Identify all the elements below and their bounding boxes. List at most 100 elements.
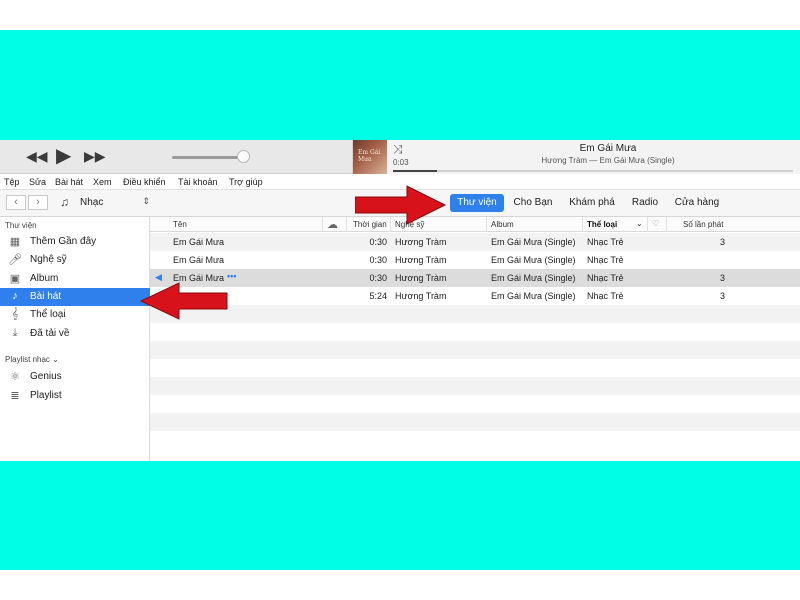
cell-album: Em Gái Mưa (Single) bbox=[491, 237, 576, 247]
rewind-button[interactable]: ◀◀ bbox=[26, 148, 48, 164]
music-note-icon: ♪ bbox=[12, 290, 18, 302]
menu-account[interactable]: Tài khoản bbox=[178, 177, 218, 187]
now-playing-title: Em Gái Mưa bbox=[579, 143, 637, 154]
tab-for-you[interactable]: Cho Bạn bbox=[508, 194, 558, 212]
menu-file[interactable]: Tệp bbox=[4, 177, 20, 187]
tab-store[interactable]: Cửa hàng bbox=[668, 194, 726, 212]
cyan-band-bottom bbox=[0, 461, 800, 570]
table-row[interactable]: Em Gái Mưa 0:30 Hương Tràm Em Gái Mưa (Sing… bbox=[150, 251, 800, 269]
forward-button[interactable]: › bbox=[28, 195, 48, 210]
genre-icon: 𝄞 bbox=[11, 308, 19, 320]
sidebar-item-playlist[interactable]: ≣ Playlist bbox=[0, 387, 150, 405]
sidebar: Thư viện ▦ Thêm Gần đây 🎤︎ Nghệ sỹ ▣ Alb… bbox=[0, 217, 150, 461]
volume-knob[interactable] bbox=[237, 150, 250, 163]
cell-album: Em Gái Mưa (Single) bbox=[491, 291, 576, 301]
player-bar: ◀◀ ▶ ▶▶ Em Gái Mưa ⤨ 0:03 Em Gái Mưa Hươ… bbox=[0, 140, 800, 174]
sidebar-item-albums[interactable]: ▣ Album bbox=[0, 270, 150, 288]
sidebar-item-genres[interactable]: 𝄞 Thể loại bbox=[0, 306, 150, 324]
empty-row bbox=[150, 377, 800, 395]
media-kind-label: Nhạc bbox=[80, 197, 104, 208]
cell-plays: 3 bbox=[719, 291, 725, 301]
table-row[interactable]: ◀ Em Gái Mưa 0:30 Hương Tràm Em Gái Mưa (Sin… bbox=[150, 269, 800, 287]
sidebar-item-label: Nghệ sỹ bbox=[30, 254, 67, 265]
column-header-album[interactable]: Album bbox=[491, 220, 514, 229]
cell-genre: Nhạc Trẻ bbox=[587, 255, 624, 265]
download-icon: ⤓ bbox=[12, 327, 18, 339]
playback-progress-fill bbox=[393, 170, 437, 172]
column-header-plays[interactable]: Số lần phát bbox=[683, 220, 723, 229]
tab-library[interactable]: Thư viện bbox=[450, 194, 504, 212]
sort-chevron-icon[interactable]: ⌄ bbox=[636, 219, 643, 228]
empty-row bbox=[150, 413, 800, 431]
menu-edit[interactable]: Sửa bbox=[29, 177, 46, 187]
album-artwork: Em Gái Mưa bbox=[353, 140, 387, 174]
table-header: Tên ☁ Thời gian Nghệ sỹ Album Thể loại ⌄… bbox=[150, 217, 800, 232]
cyan-band-top bbox=[0, 30, 800, 140]
tab-radio[interactable]: Radio bbox=[626, 194, 664, 212]
empty-row bbox=[150, 305, 800, 323]
play-button[interactable]: ▶ bbox=[56, 145, 71, 167]
genius-icon: ⚛ bbox=[10, 371, 20, 383]
sidebar-item-label: Bài hát bbox=[30, 291, 62, 302]
menu-controls[interactable]: Điều khiển bbox=[123, 177, 166, 187]
menu-help[interactable]: Trợ giúp bbox=[229, 177, 263, 187]
songs-table: Tên ☁ Thời gian Nghệ sỹ Album Thể loại ⌄… bbox=[150, 217, 800, 461]
cell-album: Em Gái Mưa (Single) bbox=[491, 273, 576, 283]
cell-album: Em Gái Mưa (Single) bbox=[491, 255, 576, 265]
cell-plays: 3 bbox=[719, 237, 725, 247]
music-note-icon: ♫ bbox=[60, 195, 69, 209]
table-row[interactable]: Em Gái Mưa5:24Hương TràmEm Gái Mưa (Sing… bbox=[150, 287, 800, 305]
cell-genre: Nhạc Trẻ bbox=[587, 237, 624, 247]
sidebar-item-downloaded[interactable]: ⤓ Đã tải về bbox=[0, 325, 150, 343]
back-button[interactable]: ‹ bbox=[6, 195, 26, 210]
playlist-icon: ≣ bbox=[10, 390, 20, 402]
empty-row bbox=[150, 359, 800, 377]
arrow-shape bbox=[139, 282, 228, 320]
cell-time: 0:30 bbox=[369, 237, 387, 247]
sidebar-item-label: Thêm Gần đây bbox=[30, 236, 97, 247]
column-header-name[interactable]: Tên bbox=[173, 220, 187, 229]
fast-forward-button[interactable]: ▶▶ bbox=[84, 148, 106, 164]
media-kind-selector[interactable]: ♫ Nhạc ⇕ bbox=[56, 195, 152, 211]
sidebar-item-genius[interactable]: ⚛ Genius bbox=[0, 368, 150, 386]
cell-artist: Hương Tràm bbox=[395, 273, 447, 283]
sidebar-item-artists[interactable]: 🎤︎ Nghệ sỹ bbox=[0, 251, 150, 269]
volume-slider[interactable] bbox=[172, 156, 246, 159]
now-playing-subtitle: Hương Tràm — Em Gái Mưa (Single) bbox=[541, 156, 675, 165]
microphone-icon: 🎤︎ bbox=[8, 254, 22, 266]
cell-artist: Hương Tràm bbox=[395, 237, 447, 247]
sidebar-item-songs[interactable]: ♪ Bài hát bbox=[0, 288, 150, 306]
sidebar-item-label: Genius bbox=[30, 371, 62, 382]
sidebar-library-header: Thư viện bbox=[5, 221, 37, 230]
empty-row bbox=[150, 323, 800, 341]
cell-genre: Nhạc Trẻ bbox=[587, 291, 624, 301]
screenshot-canvas: ◀◀ ▶ ▶▶ Em Gái Mưa ⤨ 0:03 Em Gái Mưa Hươ… bbox=[0, 0, 800, 600]
more-options-icon[interactable]: ••• bbox=[227, 271, 236, 281]
sidebar-playlists-header[interactable]: Playlist nhạc ⌄ bbox=[5, 355, 59, 364]
elapsed-time: 0:03 bbox=[393, 158, 409, 167]
heart-icon[interactable]: ♡ bbox=[652, 219, 659, 228]
empty-row bbox=[150, 431, 800, 449]
sidebar-item-label: Playlist bbox=[30, 390, 62, 401]
cloud-icon[interactable]: ☁ bbox=[327, 218, 338, 231]
cell-genre: Nhạc Trẻ bbox=[587, 273, 624, 283]
cell-time: 0:30 bbox=[369, 273, 387, 283]
tab-browse[interactable]: Khám phá bbox=[563, 194, 621, 212]
shuffle-icon[interactable]: ⤨ bbox=[393, 142, 403, 157]
cell-artist: Hương Tràm bbox=[395, 291, 447, 301]
menu-view[interactable]: Xem bbox=[93, 177, 112, 187]
menu-song[interactable]: Bài hát bbox=[55, 177, 83, 187]
album-icon: ▣ bbox=[9, 273, 21, 285]
column-header-genre[interactable]: Thể loại bbox=[587, 220, 617, 229]
annotation-arrow-sidebar bbox=[139, 282, 228, 320]
cell-name: Em Gái Mưa bbox=[173, 255, 225, 265]
sidebar-item-label: Album bbox=[30, 273, 59, 284]
playback-progress[interactable] bbox=[393, 170, 793, 172]
sidebar-item-recently-added[interactable]: ▦ Thêm Gần đây bbox=[0, 233, 150, 251]
sidebar-item-label: Thể loại bbox=[30, 309, 66, 320]
cell-time: 5:24 bbox=[369, 291, 387, 301]
table-row[interactable]: Em Gái Mưa 0:30 Hương Tràm Em Gái Mưa (Sing… bbox=[150, 233, 800, 251]
calendar-icon: ▦ bbox=[9, 236, 21, 248]
empty-row bbox=[150, 395, 800, 413]
annotation-arrow-tab bbox=[355, 185, 447, 225]
